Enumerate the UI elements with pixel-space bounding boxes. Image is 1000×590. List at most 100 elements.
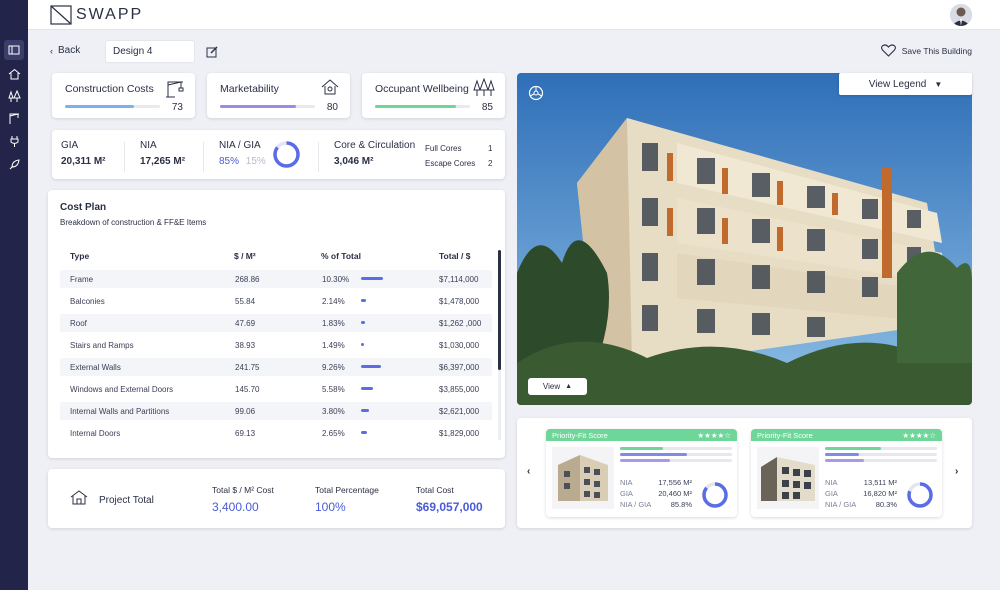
table-row[interactable]: Stairs and Ramps 38.93 1.49% $1,030,000 <box>60 336 492 354</box>
view-legend-label: View Legend <box>868 78 927 90</box>
edit-button[interactable] <box>206 45 218 63</box>
percent-bar <box>361 343 365 346</box>
full-cores-value: 1 <box>488 144 493 153</box>
option-score-bars <box>620 447 732 465</box>
star-rating: ★★★★☆ <box>902 431 936 440</box>
table-row[interactable]: External Walls 241.75 9.26% $6,397,000 <box>60 358 492 376</box>
sidebar-item-environment[interactable] <box>6 88 22 104</box>
design-name-field[interactable]: Design 4 <box>105 40 195 63</box>
nia-gia-value: 85% <box>219 156 240 167</box>
nia-value: 17,265 M² <box>140 156 186 167</box>
project-total-label: Project Total <box>99 495 154 506</box>
gia-value: 16,820 M² <box>863 489 897 498</box>
escape-cores-value: 2 <box>488 159 493 168</box>
avatar[interactable] <box>950 4 972 26</box>
table-row[interactable]: Frame 268.86 10.30% $7,114,000 <box>60 270 492 288</box>
divider <box>203 142 204 172</box>
scrollbar[interactable] <box>498 250 501 440</box>
option-card[interactable]: Priority-Fit Score ★★★★☆ NIA 13,511 M² GI… <box>751 429 942 517</box>
total-cost-label: Total Cost <box>416 485 454 495</box>
building-thumbnail <box>552 447 614 509</box>
building-icon <box>8 45 20 55</box>
kpi-value: 85 <box>481 102 493 113</box>
table-row[interactable]: Windows and External Doors 145.70 5.58% $3,… <box>60 380 492 398</box>
swapp-logo-icon <box>50 5 72 25</box>
app-logo[interactable]: SWAPP <box>50 5 143 25</box>
trees-icon <box>7 89 21 102</box>
cell-type: Balconies <box>70 297 105 306</box>
house-icon <box>8 68 20 79</box>
cell-type: External Walls <box>70 363 121 372</box>
nia-value: 13,511 M² <box>863 478 897 487</box>
carousel-prev-button[interactable]: ‹ <box>527 466 530 477</box>
kpi-title: Construction Costs <box>65 83 154 95</box>
nia-gia-label: NIA / GIA <box>219 140 261 151</box>
column-header-percent: % of Total <box>321 251 361 261</box>
kpi-progress-fill <box>65 105 135 108</box>
view-legend-dropdown[interactable]: View Legend ▼ <box>839 73 972 95</box>
nia-label: NIA <box>140 140 157 151</box>
back-button[interactable]: ‹ Back <box>50 45 80 56</box>
percent-bar <box>361 321 365 324</box>
cell-total: $6,397,000 <box>439 363 480 372</box>
sidebar-item-construction[interactable] <box>6 110 22 126</box>
priority-fit-label: Priority-Fit Score <box>757 431 813 440</box>
escape-cores-label: Escape Cores <box>425 159 476 168</box>
core-value: 3,046 M² <box>334 156 374 167</box>
score-bar-wellbeing <box>825 459 937 462</box>
nia-gia-donut <box>907 482 933 508</box>
scrollbar-thumb[interactable] <box>498 250 501 370</box>
table-row[interactable]: Internal Doors 69.13 2.65% $1,829,000 <box>60 424 492 442</box>
sidebar-item-energy[interactable] <box>6 133 22 149</box>
cores-list: Full Cores 1 Escape Cores 2 <box>425 141 492 171</box>
sidebar-item-launch[interactable] <box>6 156 22 172</box>
cell-percent: 2.14% <box>322 297 345 306</box>
score-bar-marketability <box>620 453 732 456</box>
gia-label: GIA <box>825 489 838 498</box>
rotate-3d-icon <box>528 85 544 101</box>
nia-gia-label: NIA / GIA <box>825 500 857 509</box>
option-card[interactable]: Priority-Fit Score ★★★★☆ NIA 17,556 M² GI… <box>546 429 737 517</box>
nia-gia-donut <box>273 141 300 168</box>
kpi-card-marketability[interactable]: Marketability 80 <box>207 73 350 118</box>
priority-fit-header: Priority-Fit Score ★★★★☆ <box>546 429 737 441</box>
save-building-button[interactable]: Save This Building <box>880 44 972 57</box>
option-stats: NIA 13,511 M² GIA 16,820 M² NIA / GIA 80.3% <box>825 477 897 510</box>
priority-fit-header: Priority-Fit Score ★★★★☆ <box>751 429 942 441</box>
core-label: Core & Circulation <box>334 140 416 151</box>
cell-per-m2: 55.84 <box>235 297 256 306</box>
kpi-title: Marketability <box>220 83 279 95</box>
plug-icon <box>10 135 18 147</box>
column-header-total: Total / $ <box>439 251 471 261</box>
kpi-card-construction-costs[interactable]: Construction Costs 73 <box>52 73 195 118</box>
nia-label: NIA <box>620 478 633 487</box>
building-render-image <box>517 73 972 405</box>
option-score-bars <box>825 447 937 465</box>
cell-total: $1,030,000 <box>439 341 480 350</box>
table-row[interactable]: Balconies 55.84 2.14% $1,478,000 <box>60 292 492 310</box>
nia-gia-label: NIA / GIA <box>620 500 652 509</box>
table-row[interactable]: Roof 47.69 1.83% $1,262 ,000 <box>60 314 492 332</box>
building-thumbnail <box>757 447 819 509</box>
crane-icon <box>165 78 185 103</box>
cell-percent: 10.30% <box>322 275 350 284</box>
house-hand-icon <box>320 78 340 103</box>
kpi-progress-track <box>375 105 470 108</box>
house-hand-icon <box>70 490 88 505</box>
chevron-down-icon: ▼ <box>934 79 943 89</box>
rotate-view-button[interactable] <box>528 85 544 106</box>
kpi-card-occupant-wellbeing[interactable]: Occupant Wellbeing 85 <box>362 73 505 118</box>
carousel-next-button[interactable]: › <box>955 466 958 477</box>
sidebar-item-home[interactable] <box>6 66 22 82</box>
table-row[interactable]: Internal Walls and Partitions 99.06 3.80% $… <box>60 402 492 420</box>
chevron-up-icon: ▲ <box>565 383 573 390</box>
total-per-m2-label: Total $ / M² Cost <box>212 485 274 495</box>
cell-per-m2: 268.86 <box>235 275 260 284</box>
metrics-card: GIA 20,311 M² NIA 17,265 M² NIA / GIA 85… <box>52 130 505 179</box>
view-button[interactable]: View ▲ <box>528 378 587 395</box>
sidebar-item-building[interactable] <box>4 40 24 60</box>
cell-percent: 1.83% <box>322 319 345 328</box>
building-viewer[interactable] <box>517 73 972 405</box>
column-header-per-m2: $ / M² <box>234 251 256 261</box>
cell-percent: 1.49% <box>322 341 345 350</box>
